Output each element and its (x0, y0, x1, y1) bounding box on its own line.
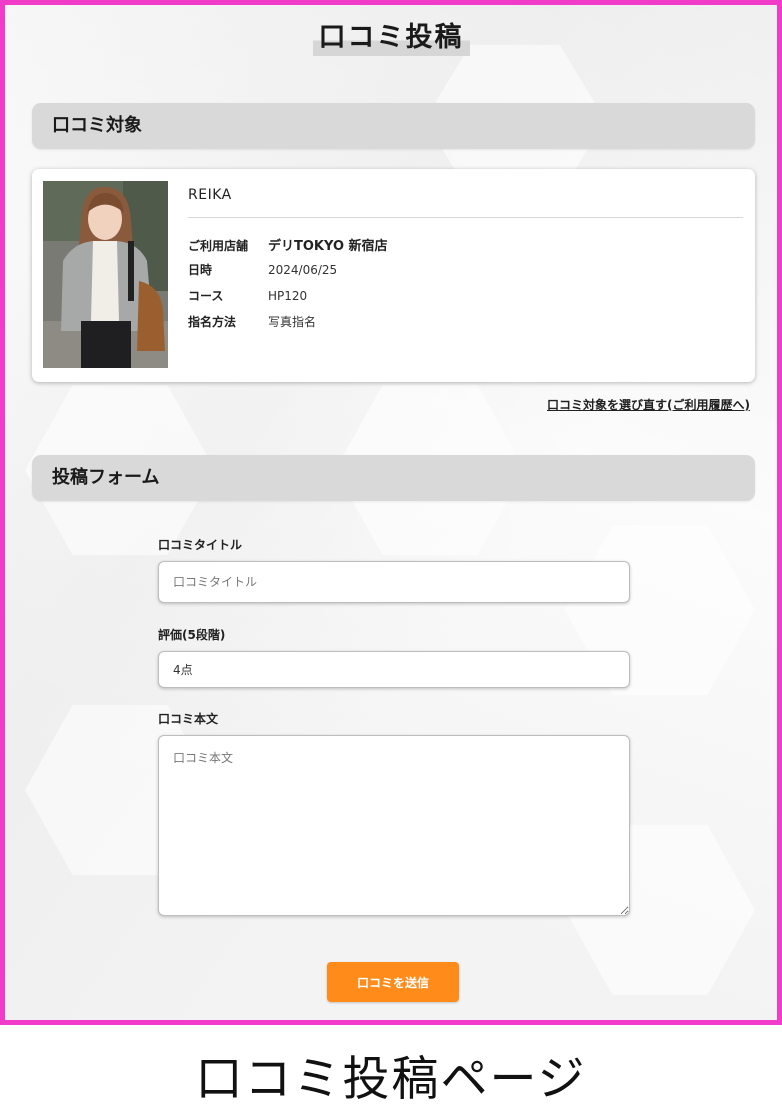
section-heading-target: 口コミ対象 (32, 103, 755, 149)
title-label: 口コミタイトル (158, 538, 243, 552)
info-value: 2024/06/25 (268, 263, 338, 277)
info-row-datetime: 日時 2024/06/25 (188, 261, 337, 278)
info-value: デリTOKYO 新宿店 (268, 239, 388, 254)
info-label: コース (188, 289, 224, 303)
rating-label: 評価(5段階) (158, 628, 226, 642)
body-label: 口コミ本文 (158, 712, 219, 726)
review-title-input[interactable] (158, 561, 630, 603)
cast-name: REIKA (188, 187, 232, 203)
info-value: 写真指名 (268, 315, 317, 329)
submit-review-button[interactable]: 口コミを送信 (327, 962, 459, 1002)
info-row-course: コース HP120 (188, 287, 307, 304)
info-value: HP120 (268, 289, 308, 303)
page-title: 口コミ投稿 (5, 15, 777, 56)
page-frame: 口コミ投稿 口コミ対象 REIKA ご利用店舗 デリTOKYO 新宿店 日時 2… (0, 0, 782, 1025)
reselect-target-link[interactable]: 口コミ対象を選び直す(ご利用履歴へ) (547, 396, 750, 413)
target-card: REIKA ご利用店舗 デリTOKYO 新宿店 日時 2024/06/25 コース H… (32, 169, 755, 382)
cast-photo (43, 181, 168, 368)
info-row-store: ご利用店舗 デリTOKYO 新宿店 (188, 235, 388, 254)
info-label: 指名方法 (188, 315, 237, 329)
review-body-textarea[interactable] (158, 735, 630, 916)
info-label: ご利用店舗 (188, 239, 249, 253)
card-divider (188, 217, 743, 218)
info-row-nomination: 指名方法 写真指名 (188, 313, 316, 330)
section-heading-form: 投稿フォーム (32, 455, 755, 501)
page-caption: 口コミ投稿ページ (195, 1052, 587, 1107)
rating-select[interactable] (158, 651, 630, 688)
info-label: 日時 (188, 263, 213, 277)
